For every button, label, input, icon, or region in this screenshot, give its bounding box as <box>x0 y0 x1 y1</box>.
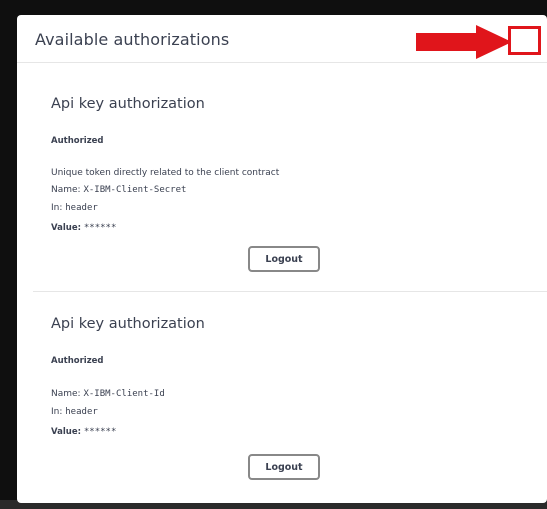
name-value: X-IBM-Client-Secret <box>83 185 187 195</box>
auth-title: Api key authorization <box>51 316 205 332</box>
name-label: Name: <box>51 389 81 399</box>
modal-header: Available authorizations <box>17 15 547 63</box>
auth-description: Unique token directly related to the cli… <box>51 168 280 178</box>
logout-button[interactable]: Logout <box>248 246 320 272</box>
value-masked: ****** <box>83 427 117 437</box>
in-value: header <box>65 203 98 213</box>
modal-title: Available authorizations <box>35 30 230 49</box>
logout-button[interactable]: Logout <box>248 454 320 480</box>
auth-item-client-id: Api key authorization Authorized Name: X… <box>33 294 547 494</box>
authorizations-modal: Available authorizations Api key authori… <box>17 15 547 503</box>
value-label: Value: <box>51 427 81 437</box>
close-button[interactable] <box>508 26 541 55</box>
auth-title: Api key authorization <box>51 96 205 112</box>
auth-item-client-secret: Api key authorization Authorized Unique … <box>33 78 547 292</box>
auth-in-row: In: header <box>51 203 98 213</box>
in-value: header <box>65 407 98 417</box>
arrow-icon <box>416 25 512 59</box>
auth-status: Authorized <box>51 136 104 146</box>
in-label: In: <box>51 407 63 417</box>
auth-name-row: Name: X-IBM-Client-Secret <box>51 185 186 195</box>
auth-value-row: Value: ****** <box>51 223 116 233</box>
value-label: Value: <box>51 223 81 233</box>
value-masked: ****** <box>83 223 117 233</box>
in-label: In: <box>51 203 63 213</box>
name-value: X-IBM-Client-Id <box>83 389 165 399</box>
auth-status: Authorized <box>51 356 104 366</box>
auth-name-row: Name: X-IBM-Client-Id <box>51 389 165 399</box>
name-label: Name: <box>51 185 81 195</box>
auth-value-row: Value: ****** <box>51 427 116 437</box>
auth-in-row: In: header <box>51 407 98 417</box>
